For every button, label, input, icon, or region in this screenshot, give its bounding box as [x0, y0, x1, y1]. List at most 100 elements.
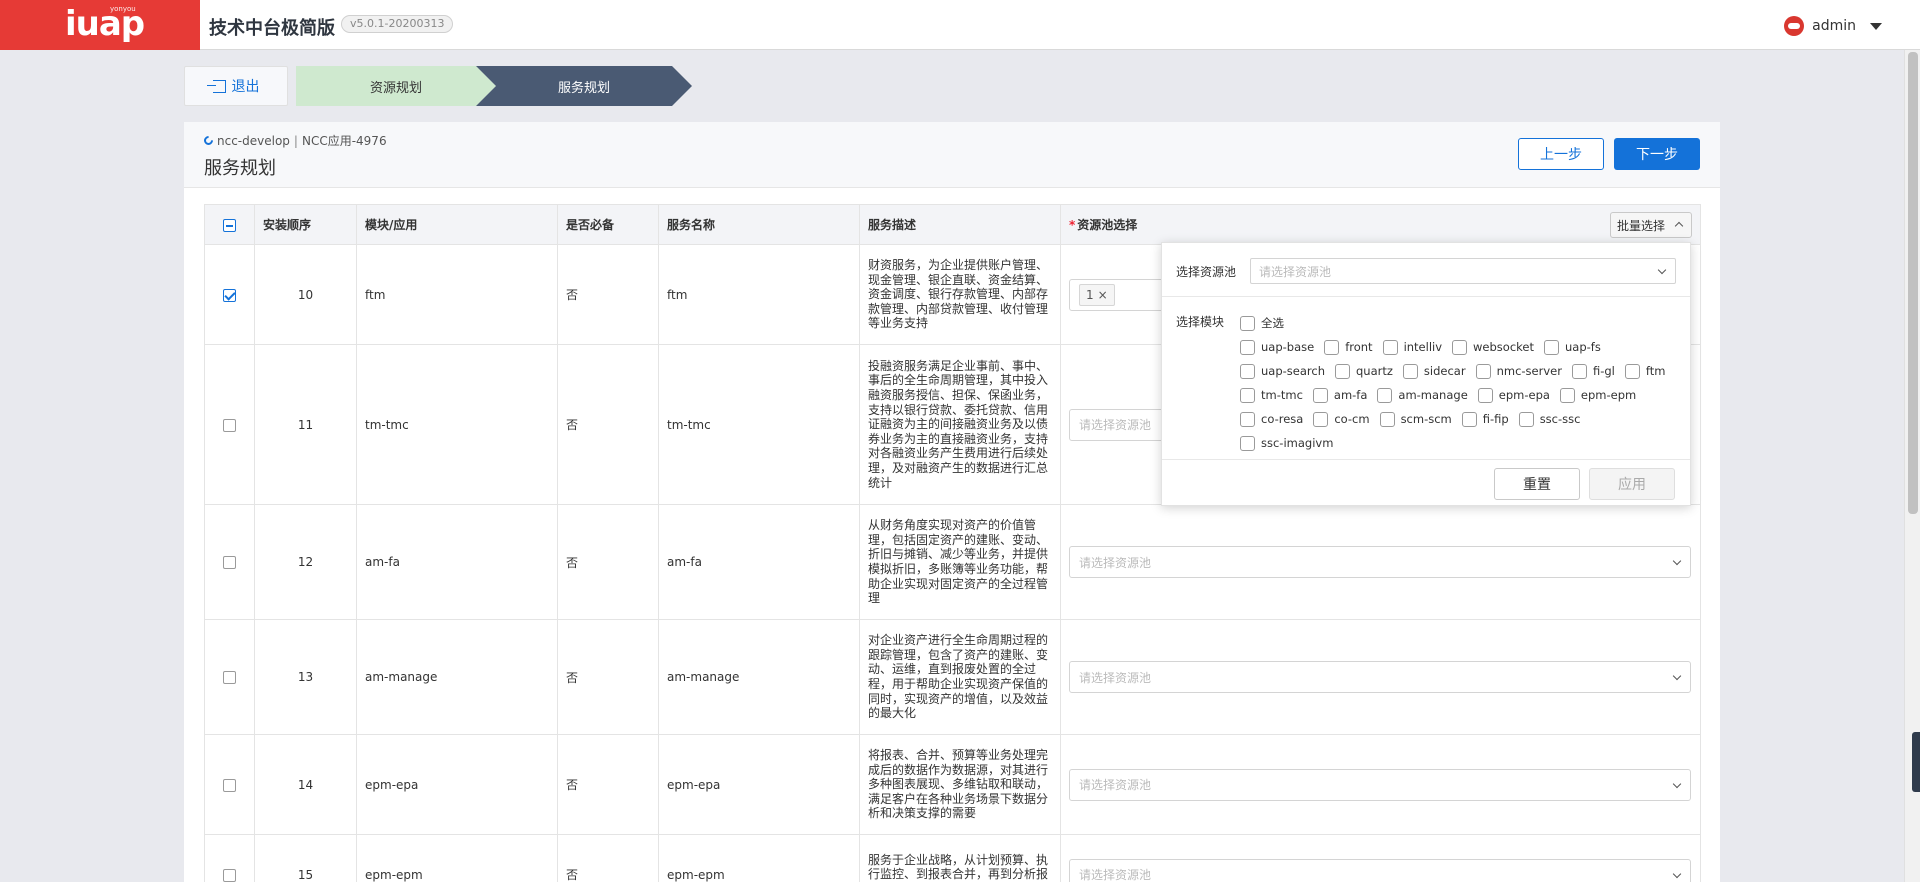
module-option[interactable]: fi-gl	[1571, 363, 1615, 379]
row-select-cell	[204, 344, 255, 505]
chevron-down-icon	[1672, 869, 1682, 878]
module-checkbox[interactable]	[1382, 339, 1398, 355]
module-option[interactable]: scm-scm	[1379, 411, 1452, 427]
module-option[interactable]: ftm	[1624, 363, 1666, 379]
module-cell: epm-epa	[356, 734, 558, 835]
module-option[interactable]: front	[1324, 339, 1373, 355]
exit-icon	[206, 79, 226, 93]
module-option[interactable]: am-fa	[1312, 387, 1368, 403]
popover-pool-select[interactable]: 请选择资源池	[1250, 258, 1676, 284]
module-option[interactable]: sidecar	[1402, 363, 1466, 379]
module-checkbox[interactable]	[1335, 363, 1350, 379]
module-checkbox[interactable]	[1313, 411, 1329, 427]
module-checkbox[interactable]	[1477, 387, 1493, 403]
pool-select[interactable]: 请选择资源池	[1069, 768, 1691, 801]
scrollbar-thumb[interactable]	[1908, 52, 1918, 514]
module-checkbox[interactable]	[1240, 339, 1255, 355]
page-title: 服务规划	[204, 158, 276, 179]
module-option[interactable]: tm-tmc	[1240, 387, 1303, 403]
pool-label: 选择资源池	[1176, 265, 1237, 279]
module-option[interactable]: ssc-imagivm	[1240, 435, 1333, 451]
row-checkbox[interactable]	[223, 671, 236, 684]
module-checkbox[interactable]	[1240, 411, 1255, 427]
module-label: uap-base	[1261, 340, 1315, 354]
exit-button[interactable]: 退出	[184, 66, 288, 106]
chevron-down-icon	[1672, 671, 1682, 681]
module-checkbox[interactable]	[1571, 363, 1587, 379]
module-checkbox[interactable]	[1240, 435, 1255, 451]
select-placeholder: 请选择资源池	[1079, 868, 1152, 882]
module-label: websocket	[1473, 340, 1534, 354]
select-all-checkbox[interactable]	[223, 218, 236, 232]
step-resource-planning[interactable]: 资源规划	[296, 66, 496, 106]
module-option[interactable]: websocket	[1452, 339, 1534, 355]
module-label: ftm	[1645, 364, 1666, 378]
prev-step-button[interactable]: 上一步	[1518, 138, 1604, 170]
module-checkbox[interactable]	[1379, 411, 1395, 427]
module-option[interactable]: intelliv	[1382, 339, 1442, 355]
module-label: nmc-server	[1496, 364, 1562, 378]
row-checkbox[interactable]	[223, 868, 236, 882]
required-mark: *	[1069, 218, 1076, 232]
module-option[interactable]: uap-fs	[1544, 339, 1601, 355]
module-checkbox[interactable]	[1240, 387, 1255, 403]
module-checkbox[interactable]	[1377, 387, 1393, 403]
module-option[interactable]: nmc-server	[1475, 363, 1562, 379]
module-checkbox[interactable]	[1324, 339, 1340, 355]
module-option[interactable]: am-manage	[1377, 387, 1468, 403]
logo[interactable]: iuap yonyou	[0, 0, 200, 50]
module-checkbox[interactable]	[1240, 363, 1255, 379]
user-menu[interactable]: admin	[1784, 16, 1882, 36]
module-option[interactable]: uap-base	[1240, 339, 1315, 355]
module-checkbox[interactable]	[1475, 363, 1491, 379]
batch-select-label: 批量选择	[1616, 218, 1665, 233]
pool-select[interactable]: 请选择资源池	[1069, 858, 1691, 882]
module-option[interactable]: quartz	[1335, 363, 1393, 379]
module-checkbox[interactable]	[1402, 363, 1418, 379]
row-checkbox[interactable]	[223, 778, 236, 792]
module-checkbox[interactable]	[1544, 339, 1559, 355]
module-row: 全选	[1240, 311, 1680, 335]
pool-cell: 请选择资源池	[1060, 734, 1701, 835]
module-option[interactable]: uap-search	[1240, 363, 1325, 379]
apply-button[interactable]: 应用	[1589, 468, 1675, 500]
module-checkbox[interactable]	[1312, 387, 1328, 403]
step-service-planning[interactable]: 服务规划	[476, 66, 692, 106]
module-option[interactable]: ssc-ssc	[1518, 411, 1580, 427]
module-checkbox[interactable]	[1240, 315, 1255, 331]
row-checkbox[interactable]	[223, 556, 236, 569]
chevron-down-icon	[1672, 779, 1682, 788]
module-option[interactable]: co-resa	[1240, 411, 1303, 427]
module-option[interactable]: fi-fip	[1461, 411, 1509, 427]
table-header-row: 安装顺序 模块/应用 是否必备 服务名称 服务描述 * 资源池选择 批量选择	[204, 204, 1701, 245]
reset-button[interactable]: 重置	[1494, 468, 1580, 500]
batch-select-button[interactable]: 批量选择	[1609, 212, 1692, 238]
app-title: 技术中台极简版	[209, 18, 335, 39]
service-cell: ftm	[658, 244, 860, 345]
module-option[interactable]: epm-epa	[1477, 387, 1550, 403]
desc-cell: 服务于企业战略，从计划预算、执行监控、到报表合并，再到分析报告，从价值创造的角度…	[859, 834, 1061, 882]
side-drawer-tab[interactable]	[1912, 732, 1920, 792]
module-checkbox[interactable]	[1624, 363, 1640, 379]
module-cell: am-fa	[356, 504, 558, 620]
module-checkbox[interactable]	[1452, 339, 1468, 355]
module-checkbox[interactable]	[1559, 387, 1575, 403]
module-label: epm-epm	[1580, 388, 1637, 402]
row-checkbox[interactable]	[223, 288, 236, 302]
module-checkbox[interactable]	[1518, 411, 1534, 427]
tag-label: 1	[1086, 287, 1094, 302]
tag-close-icon[interactable]: ×	[1098, 288, 1108, 302]
module-label: am-fa	[1333, 388, 1368, 402]
row-checkbox[interactable]	[223, 418, 236, 432]
version-badge: v5.0.1-20200313	[341, 15, 454, 33]
pool-select[interactable]: 请选择资源池	[1069, 546, 1691, 578]
module-option[interactable]: co-cm	[1313, 411, 1370, 427]
module-checkbox[interactable]	[1461, 411, 1477, 427]
module-option-select-all[interactable]: 全选	[1240, 315, 1284, 331]
col-service: 服务名称	[658, 204, 860, 245]
module-option[interactable]: epm-epm	[1559, 387, 1637, 403]
chevron-down-icon	[1672, 556, 1682, 566]
pool-select[interactable]: 请选择资源池	[1069, 661, 1691, 693]
username: admin	[1812, 18, 1856, 34]
next-step-button[interactable]: 下一步	[1614, 138, 1700, 170]
